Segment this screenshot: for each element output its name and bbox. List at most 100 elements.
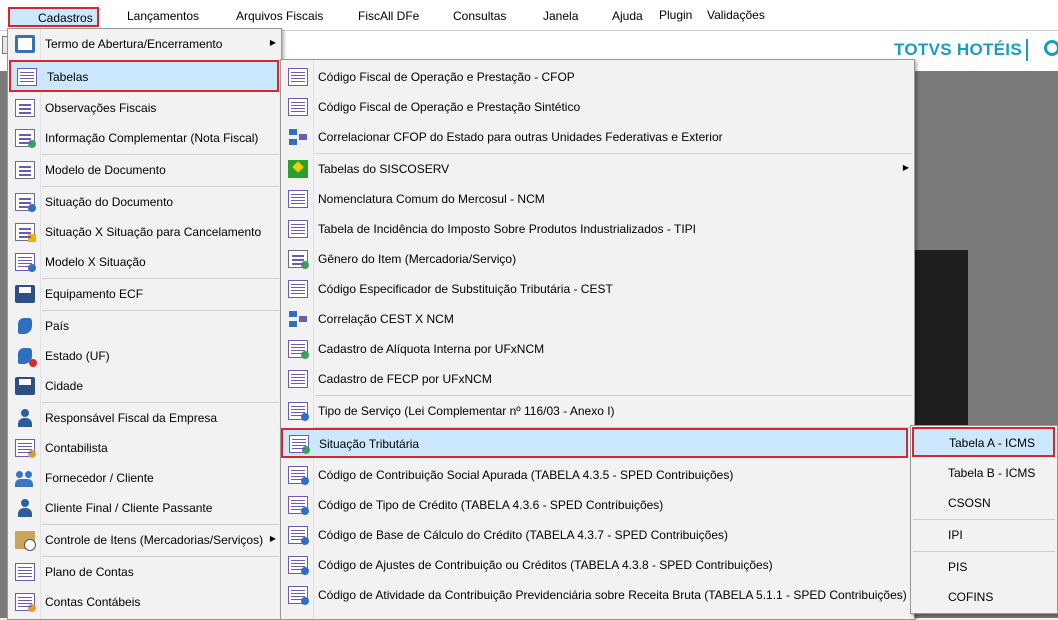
menu-item-label: Informação Complementar (Nota Fiscal) bbox=[45, 131, 259, 145]
menu-item-estado[interactable]: Estado (UF) bbox=[8, 341, 281, 371]
menu-item-label: Tabelas do SISCOSERV bbox=[318, 162, 450, 176]
menu-item-tabela-a-icms[interactable]: Tabela A - ICMS bbox=[912, 427, 1055, 457]
menu-item-label: Contabilista bbox=[45, 441, 108, 455]
menu-item-atividade-previdenciaria[interactable]: Código de Atividade da Contribuição Prev… bbox=[281, 580, 914, 610]
submenu-arrow-icon: ▶ bbox=[902, 163, 909, 172]
menu-item-observacoes-fiscais[interactable]: Observações Fiscais bbox=[8, 93, 281, 123]
menu-item-modelo-situacao[interactable]: Modelo X Situação bbox=[8, 247, 281, 277]
menu-item-situacao-tributaria[interactable]: Situação Tributária bbox=[281, 428, 908, 458]
menu-item-label: IPI bbox=[948, 528, 963, 542]
menu-item-label: Cadastro de FECP por UFxNCM bbox=[318, 372, 492, 386]
tabelas-submenu: Código Fiscal de Operação e Prestação - … bbox=[280, 59, 915, 620]
menu-item-genero-item[interactable]: Gênero do Item (Mercadoria/Serviço) bbox=[281, 244, 914, 274]
menu-plugin[interactable]: Plugin bbox=[659, 8, 692, 22]
menu-item-label: Código de Base de Cálculo do Crédito (TA… bbox=[318, 528, 728, 542]
document-add-icon bbox=[15, 129, 36, 148]
submenu-arrow-icon: ▶ bbox=[269, 38, 276, 47]
menu-item-csosn[interactable]: CSOSN bbox=[911, 488, 1057, 518]
menu-item-controle-itens[interactable]: Controle de Itens (Mercadorias/Serviços)… bbox=[8, 525, 281, 555]
fecp-icon bbox=[288, 370, 308, 388]
menu-item-ncm[interactable]: Nomenclatura Comum do Mercosul - NCM bbox=[281, 184, 914, 214]
menu-item-label: Modelo de Documento bbox=[45, 163, 166, 177]
menu-item-label: Código Especificador de Substituição Tri… bbox=[318, 282, 613, 296]
menu-item-cofins[interactable]: COFINS bbox=[911, 582, 1057, 612]
tipi-icon bbox=[288, 220, 308, 238]
menu-item-tabelas[interactable]: Tabelas bbox=[9, 60, 279, 92]
menu-item-pis[interactable]: PIS bbox=[911, 552, 1057, 582]
map-icon bbox=[15, 317, 35, 335]
document-warning-icon bbox=[15, 223, 36, 242]
menu-item-label: Código de Contribuição Social Apurada (T… bbox=[318, 468, 734, 482]
menu-janela[interactable]: Janela bbox=[543, 9, 578, 23]
menu-item-label: Situação X Situação para Cancelamento bbox=[45, 225, 262, 239]
document-icon bbox=[15, 161, 35, 179]
menu-item-label: Código Fiscal de Operação e Prestação Si… bbox=[318, 100, 581, 114]
menu-item-label: Tabelas bbox=[47, 70, 89, 84]
menu-item-modelo-documento[interactable]: Modelo de Documento bbox=[8, 155, 281, 185]
menu-item-label: Gênero do Item (Mercadoria/Serviço) bbox=[318, 252, 517, 266]
menu-item-contribuicao-social[interactable]: Código de Contribuição Social Apurada (T… bbox=[281, 460, 914, 490]
menu-item-label: Equipamento ECF bbox=[45, 287, 144, 301]
menu-item-aliquota-interna[interactable]: Cadastro de Alíquota Interna por UFxNCM bbox=[281, 334, 914, 364]
menu-item-situacao-documento[interactable]: Situação do Documento bbox=[8, 187, 281, 217]
menu-item-label: Código de Atividade da Contribuição Prev… bbox=[318, 588, 907, 602]
menu-item-correlacionar-cfop[interactable]: Correlacionar CFOP do Estado para outras… bbox=[281, 122, 914, 152]
menu-item-siscoserv[interactable]: Tabelas do SISCOSERV ▶ bbox=[281, 154, 914, 184]
menu-item-label: Contas Contábeis bbox=[45, 595, 141, 609]
menu-item-ajustes-contribuicao[interactable]: Código de Ajustes de Contribuição ou Cré… bbox=[281, 550, 914, 580]
menu-item-cfop-sintetico[interactable]: Código Fiscal de Operação e Prestação Si… bbox=[281, 92, 914, 122]
box-clock-icon bbox=[15, 531, 36, 551]
menu-cadastros[interactable]: Cadastros bbox=[8, 7, 99, 27]
cadastros-dropdown: Termo de Abertura/Encerramento ▶ Tabelas… bbox=[7, 28, 282, 620]
menu-item-label: Responsável Fiscal da Empresa bbox=[45, 411, 218, 425]
menu-item-plano-contas[interactable]: Plano de Contas bbox=[8, 557, 281, 587]
menu-item-tabela-b-icms[interactable]: Tabela B - ICMS bbox=[911, 458, 1057, 488]
binoculars-document-icon bbox=[15, 99, 35, 117]
tax-situation-icon bbox=[289, 435, 310, 454]
menu-lancamentos[interactable]: Lançamentos bbox=[127, 9, 199, 23]
menu-item-cidade[interactable]: Cidade bbox=[8, 371, 281, 401]
sped-icon bbox=[288, 526, 309, 545]
menu-ajuda[interactable]: Ajuda bbox=[612, 9, 643, 23]
menu-item-cliente-final[interactable]: Cliente Final / Cliente Passante bbox=[8, 493, 281, 523]
menu-item-cest[interactable]: Código Especificador de Substituição Tri… bbox=[281, 274, 914, 304]
menu-item-ipi[interactable]: IPI bbox=[911, 520, 1057, 550]
menu-fiscall-dfe[interactable]: FiscAll DFe bbox=[358, 9, 419, 23]
map-state-icon bbox=[15, 347, 37, 367]
menu-item-label: Código de Tipo de Crédito (TABELA 4.3.6 … bbox=[318, 498, 664, 512]
menu-item-informacao-complementar[interactable]: Informação Complementar (Nota Fiscal) bbox=[8, 123, 281, 153]
menu-item-responsavel-fiscal[interactable]: Responsável Fiscal da Empresa bbox=[8, 403, 281, 433]
menu-validacoes[interactable]: Validações bbox=[707, 8, 765, 22]
correlation-icon bbox=[288, 128, 308, 146]
menu-item-situacao-cancelamento[interactable]: Situação X Situação para Cancelamento bbox=[8, 217, 281, 247]
menu-item-fecp[interactable]: Cadastro de FECP por UFxNCM bbox=[281, 364, 914, 394]
brand-circle-icon bbox=[1044, 40, 1058, 56]
menu-item-base-calculo[interactable]: Código de Base de Cálculo do Crédito (TA… bbox=[281, 520, 914, 550]
menu-item-label: COFINS bbox=[948, 590, 994, 604]
menu-consultas[interactable]: Consultas bbox=[453, 9, 506, 23]
menu-item-pais[interactable]: País bbox=[8, 311, 281, 341]
menu-item-equipamento-ecf[interactable]: Equipamento ECF bbox=[8, 279, 281, 309]
cfop-icon bbox=[288, 68, 308, 86]
menu-item-termo-abertura[interactable]: Termo de Abertura/Encerramento ▶ bbox=[8, 29, 281, 59]
background-image bbox=[912, 250, 968, 428]
menu-item-fornecedor-cliente[interactable]: Fornecedor / Cliente bbox=[8, 463, 281, 493]
menu-item-contabilista[interactable]: Contabilista bbox=[8, 433, 281, 463]
menu-item-label: Correlacionar CFOP do Estado para outras… bbox=[318, 130, 723, 144]
menu-item-tipo-servico[interactable]: Tipo de Serviço (Lei Complementar nº 116… bbox=[281, 396, 914, 426]
menu-item-label: Fornecedor / Cliente bbox=[45, 471, 154, 485]
menu-item-tipo-credito[interactable]: Código de Tipo de Crédito (TABELA 4.3.6 … bbox=[281, 490, 914, 520]
menu-item-correlacao-cest-ncm[interactable]: Correlação CEST X NCM bbox=[281, 304, 914, 334]
menu-arquivos-fiscais[interactable]: Arquivos Fiscais bbox=[236, 9, 323, 23]
user-icon bbox=[15, 499, 35, 517]
menu-item-contas-contabeis[interactable]: Contas Contábeis bbox=[8, 587, 281, 617]
menu-item-tipi[interactable]: Tabela de Incidência do Imposto Sobre Pr… bbox=[281, 214, 914, 244]
menu-item-label: Tipo de Serviço (Lei Complementar nº 116… bbox=[318, 404, 615, 418]
sped-user-icon bbox=[288, 586, 309, 605]
menu-item-label: Modelo X Situação bbox=[45, 255, 146, 269]
menu-item-label: Tabela B - ICMS bbox=[948, 466, 1036, 480]
situacao-tributaria-submenu: Tabela A - ICMS Tabela B - ICMS CSOSN IP… bbox=[910, 425, 1058, 614]
menu-item-cfop[interactable]: Código Fiscal de Operação e Prestação - … bbox=[281, 62, 914, 92]
tools-icon bbox=[288, 402, 309, 421]
ledger-icon bbox=[15, 593, 36, 612]
